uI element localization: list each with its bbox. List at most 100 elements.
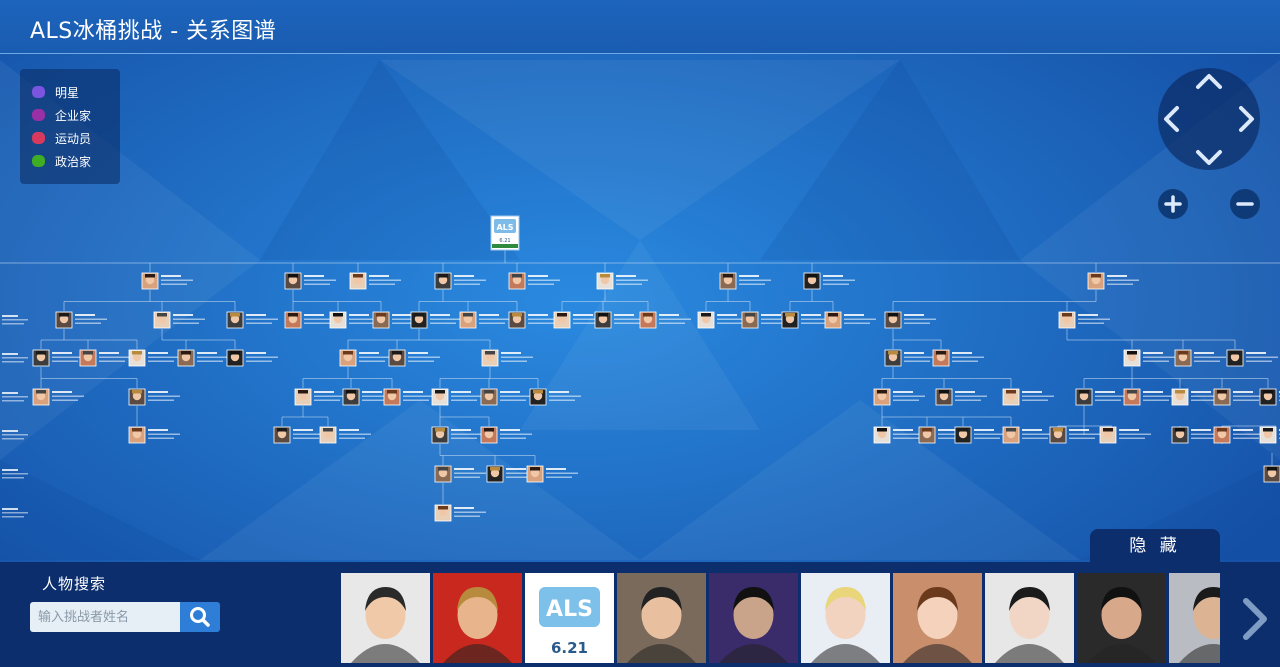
person-node[interactable] <box>141 272 193 290</box>
person-name-line <box>500 391 520 393</box>
hide-panel-button[interactable]: 隐 藏 <box>1090 529 1220 563</box>
person-node[interactable] <box>226 349 278 367</box>
person-node[interactable] <box>1174 349 1226 367</box>
legend-item-athlete[interactable]: 运动员 <box>32 128 91 148</box>
challenger-thumbnail[interactable] <box>1169 573 1220 663</box>
chevron-right-icon[interactable] <box>1239 106 1254 132</box>
challenger-thumbnail[interactable] <box>709 573 798 663</box>
person-node[interactable] <box>349 272 401 290</box>
person-node[interactable] <box>55 311 107 329</box>
root-node[interactable]: ALS 6.21 <box>490 215 520 251</box>
person-node[interactable] <box>526 465 578 483</box>
person-node[interactable] <box>128 349 180 367</box>
person-node[interactable] <box>383 388 435 406</box>
legend-item-politician[interactable]: 政治家 <box>32 151 91 171</box>
person-node[interactable] <box>32 349 84 367</box>
person-node[interactable] <box>1087 272 1139 290</box>
person-node[interactable] <box>153 311 205 329</box>
person-hair <box>1263 390 1273 394</box>
person-node[interactable] <box>1002 388 1054 406</box>
person-node[interactable] <box>803 272 855 290</box>
person-node[interactable] <box>529 388 581 406</box>
person-node[interactable] <box>1002 426 1054 444</box>
person-node[interactable] <box>639 311 691 329</box>
person-info-line <box>293 437 319 439</box>
chevron-left-icon[interactable] <box>1164 106 1179 132</box>
person-node[interactable] <box>932 349 984 367</box>
person-node[interactable] <box>508 272 560 290</box>
challenger-thumbnail[interactable] <box>433 573 522 663</box>
legend-item-entrepreneur[interactable]: 企业家 <box>32 105 91 125</box>
person-node[interactable] <box>508 311 560 329</box>
person-node[interactable] <box>1049 426 1101 444</box>
person-node[interactable] <box>480 388 532 406</box>
person-node[interactable] <box>1213 388 1265 406</box>
person-node[interactable] <box>128 388 180 406</box>
person-node[interactable] <box>697 311 749 329</box>
person-node[interactable] <box>226 311 278 329</box>
person-node[interactable] <box>431 426 483 444</box>
person-node[interactable] <box>594 311 646 329</box>
person-node[interactable] <box>1123 349 1175 367</box>
person-node[interactable] <box>873 388 925 406</box>
person-node[interactable] <box>884 349 936 367</box>
search-input[interactable] <box>30 602 180 632</box>
person-node[interactable] <box>273 426 325 444</box>
person-node[interactable] <box>481 349 533 367</box>
person-node[interactable] <box>1263 465 1280 483</box>
person-node[interactable] <box>1123 388 1175 406</box>
person-node[interactable] <box>1259 388 1280 406</box>
challenger-thumbnail[interactable] <box>801 573 890 663</box>
person-node[interactable] <box>284 311 336 329</box>
person-node[interactable] <box>388 349 440 367</box>
legend-item-star[interactable]: 明星 <box>32 82 79 102</box>
person-node[interactable] <box>596 272 648 290</box>
person-node[interactable] <box>79 349 131 367</box>
challenger-thumbnail[interactable] <box>985 573 1074 663</box>
person-node[interactable] <box>459 311 511 329</box>
chevron-down-icon[interactable] <box>1196 150 1222 165</box>
person-name-line <box>2 508 18 510</box>
person-node[interactable] <box>954 426 1006 444</box>
person-node[interactable] <box>294 388 346 406</box>
challenger-thumbnail[interactable]: ALS 6.21 <box>525 573 614 663</box>
person-node[interactable] <box>1058 311 1110 329</box>
person-name-line <box>1022 429 1042 431</box>
person-node[interactable] <box>177 349 229 367</box>
chevron-up-icon[interactable] <box>1196 74 1222 89</box>
title-bar: ALS冰桶挑战 - 关系图谱 <box>0 0 1280 54</box>
zoom-out-button[interactable] <box>1230 189 1260 219</box>
person-info-line <box>52 360 78 362</box>
person-node[interactable] <box>434 504 486 522</box>
person-node[interactable] <box>873 426 925 444</box>
challenger-thumbnail[interactable] <box>617 573 706 663</box>
person-name-line <box>974 429 994 431</box>
person-node[interactable] <box>319 426 371 444</box>
person-node[interactable] <box>434 272 486 290</box>
person-node[interactable] <box>434 465 486 483</box>
person-node[interactable] <box>1213 426 1265 444</box>
person-node[interactable] <box>884 311 936 329</box>
person-node[interactable] <box>480 426 532 444</box>
person-name-line <box>2 430 18 432</box>
challenger-thumbnail[interactable] <box>1077 573 1166 663</box>
search-button[interactable] <box>180 602 220 632</box>
person-node[interactable] <box>1259 426 1280 444</box>
person-node[interactable] <box>824 311 876 329</box>
carousel-next-button[interactable] <box>1236 595 1274 643</box>
person-node[interactable] <box>339 349 391 367</box>
person-node[interactable] <box>431 388 483 406</box>
zoom-in-button[interactable] <box>1158 189 1188 219</box>
person-node[interactable] <box>32 388 84 406</box>
person-node[interactable] <box>719 272 771 290</box>
person-node[interactable] <box>935 388 987 406</box>
person-name-line <box>349 314 369 316</box>
person-node[interactable] <box>410 311 462 329</box>
person-node[interactable] <box>128 426 180 444</box>
challenger-thumbnail[interactable] <box>341 573 430 663</box>
person-node[interactable] <box>1226 349 1278 367</box>
person-node[interactable] <box>284 272 336 290</box>
person-node[interactable] <box>1099 426 1151 444</box>
challenger-thumbnail[interactable] <box>893 573 982 663</box>
person-node[interactable] <box>1075 388 1127 406</box>
